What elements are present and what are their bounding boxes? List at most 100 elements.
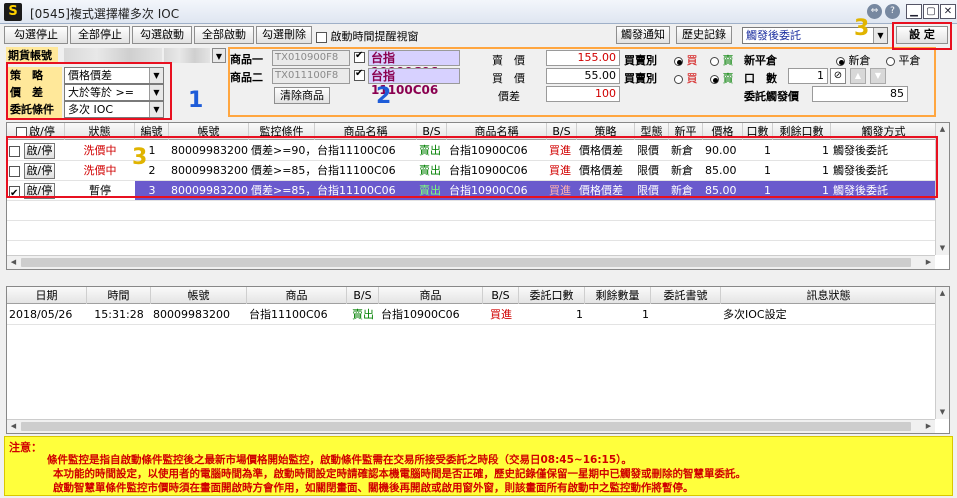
scroll-up-icon[interactable]: ▲	[936, 123, 949, 136]
scroll-right-icon[interactable]: ▶	[922, 256, 935, 269]
spread-value-field[interactable]: 100	[546, 86, 620, 102]
qty-input[interactable]: 1	[788, 68, 828, 84]
account-masked	[64, 48, 162, 63]
hrow-product-2: 台指10900C06	[381, 308, 460, 321]
scroll-down-icon[interactable]: ▼	[936, 406, 949, 419]
product-2-label: 商品二	[230, 71, 263, 84]
notice-panel: 注意： 條件監控是指自啟動條件監控後之最新市場價格開始監控，啟動條件監需在交易所…	[4, 436, 953, 496]
sync-icon[interactable]: ⇔	[867, 4, 882, 19]
alert-checkbox-box[interactable]	[316, 31, 327, 43]
scroll-left-icon[interactable]: ◀	[7, 420, 20, 433]
annotation-box-1	[6, 62, 172, 120]
maximize-button[interactable]: ▢	[923, 4, 939, 19]
app-logo-icon: S	[4, 3, 22, 21]
hrow-bs-2: 買進	[490, 308, 512, 321]
row-divider	[7, 200, 937, 201]
product-2-code[interactable]: TX011100F8	[272, 68, 350, 84]
hcol-product-2: 商品	[379, 287, 483, 304]
bs-label-1: 買賣別	[624, 54, 657, 67]
hrow-order-no	[651, 305, 721, 324]
decrease-icon[interactable]: ▼	[870, 68, 886, 84]
increase-icon[interactable]: ▲	[850, 68, 866, 84]
sell-price-label: 賣 價	[492, 54, 525, 67]
hcol-date: 日期	[7, 287, 87, 304]
hrow-message: 多次IOC設定	[723, 308, 787, 321]
link-icon[interactable]: ⊘	[830, 68, 846, 84]
stop-all-button[interactable]: 全部停止	[70, 26, 130, 44]
window-title: [0545]複式選擇權多次 IOC	[30, 7, 180, 21]
annotation-number-3: 3	[132, 145, 148, 170]
strategy-grid-hscroll[interactable]: ◀ ▶	[7, 255, 935, 269]
alert-window-checkbox[interactable]: 啟動時間提醒視窗	[316, 28, 419, 44]
hrow-product-1: 台指11100C06	[249, 308, 328, 321]
product-1-label: 商品一	[230, 53, 263, 66]
clear-products-button[interactable]: 清除商品	[274, 87, 330, 104]
hcol-bs-1: B/S	[347, 287, 379, 304]
notice-line: 啟動智慧單條件監控市價時須在畫面開啟時方會作用，如關閉畫面、關機後再開啟或啟用窗…	[53, 482, 694, 494]
notice-line: 本功能的時間設定，以使用者的電腦時間為準，啟動時間設定時請確認本機電腦時間是否正…	[53, 468, 746, 480]
history-button[interactable]: 歷史記錄	[676, 26, 732, 44]
alert-checkbox-label: 啟動時間提醒視窗	[330, 30, 419, 43]
history-grid-hscroll[interactable]: ◀ ▶	[7, 419, 935, 433]
hrow-remain: 1	[642, 308, 649, 321]
buy-price-label: 買 價	[492, 72, 525, 85]
scroll-down-icon[interactable]: ▼	[936, 242, 949, 255]
start-checked-button[interactable]: 勾選啟動	[132, 26, 192, 44]
buy-price-field[interactable]: 55.00	[546, 68, 620, 84]
minimize-button[interactable]: ▁	[906, 4, 922, 19]
row-divider	[7, 324, 937, 325]
spread-value-label: 價差	[498, 90, 520, 103]
scroll-left-icon[interactable]: ◀	[7, 256, 20, 269]
hcol-time: 時間	[87, 287, 151, 304]
history-grid-header: 日期 時間 帳號 商品 B/S 商品 B/S 委託口數 剩餘數量 委託書號 訊息…	[7, 287, 937, 304]
trigger-notice-button[interactable]: 觸發通知	[616, 26, 670, 44]
product-1-checkbox[interactable]	[354, 50, 365, 63]
new-position-radio[interactable]: 新倉	[836, 52, 871, 68]
product-1-code[interactable]: TX010900F8	[272, 50, 350, 66]
toolbar: 勾選停止 全部停止 勾選啟動 全部啟動 勾選刪除 啟動時間提醒視窗 觸發通知 歷…	[0, 24, 957, 46]
product-2-buy-radio[interactable]: 買	[674, 70, 698, 86]
hrow-qty: 1	[576, 308, 583, 321]
product-2-sell-radio[interactable]: 賣	[710, 70, 734, 86]
annotation-number-2: 2	[376, 84, 392, 109]
product-1-buy-radio[interactable]: 買	[674, 52, 698, 68]
product-panel: 商品一 TX010900F8 台指10900C06 商品二 TX011100F8…	[228, 47, 936, 117]
trigger-price-label: 委託觸發價	[744, 90, 799, 103]
product-1-sell-radio[interactable]: 賣	[710, 52, 734, 68]
notice-title: 注意：	[9, 441, 42, 454]
sell-price-field[interactable]: 155.00	[546, 50, 620, 66]
product-2-checkbox[interactable]	[354, 68, 365, 81]
hrow-date: 2018/05/26	[9, 308, 73, 321]
trigger-mode-value: 觸發後委託	[746, 29, 801, 42]
close-button[interactable]: ✕	[940, 4, 956, 19]
close-position-radio[interactable]: 平倉	[886, 52, 921, 68]
hcol-product-1: 商品	[247, 287, 347, 304]
scroll-up-icon[interactable]: ▲	[936, 287, 949, 300]
start-all-button[interactable]: 全部啟動	[194, 26, 254, 44]
chevron-down-icon[interactable]: ▼	[212, 48, 226, 63]
scroll-right-icon[interactable]: ▶	[922, 420, 935, 433]
scroll-thumb[interactable]	[21, 258, 911, 267]
hcol-bs-2: B/S	[483, 287, 519, 304]
history-grid-vscroll[interactable]: ▲ ▼	[935, 287, 949, 419]
hcol-message: 訊息狀態	[721, 287, 937, 304]
history-grid: 日期 時間 帳號 商品 B/S 商品 B/S 委託口數 剩餘數量 委託書號 訊息…	[6, 286, 950, 434]
open-close-label: 新平倉	[744, 54, 777, 67]
hrow-time: 15:31:28	[94, 308, 144, 321]
hrow-bs-1: 賣出	[352, 308, 374, 321]
title-bar: S [0545]複式選擇權多次 IOC ⇔ ? ▁ ▢ ✕	[0, 0, 957, 24]
product-1-name: 台指10900C06	[368, 50, 460, 79]
hcol-account: 帳號	[151, 287, 247, 304]
annotation-box-settings	[892, 22, 952, 50]
row-divider	[7, 220, 937, 221]
account-name-masked	[164, 48, 210, 63]
qty-label: 口 數	[744, 72, 777, 85]
help-icon[interactable]: ?	[885, 4, 900, 19]
stop-checked-button[interactable]: 勾選停止	[4, 26, 68, 44]
scroll-thumb[interactable]	[21, 422, 911, 431]
hcol-qty: 委託口數	[519, 287, 585, 304]
annotation-number-3-settings: 3	[854, 16, 870, 41]
trigger-price-input[interactable]: 85	[812, 86, 908, 102]
delete-checked-button[interactable]: 勾選刪除	[256, 26, 312, 44]
table-row[interactable]: 2018/05/26 15:31:28 80009983200 台指11100C…	[7, 305, 937, 324]
